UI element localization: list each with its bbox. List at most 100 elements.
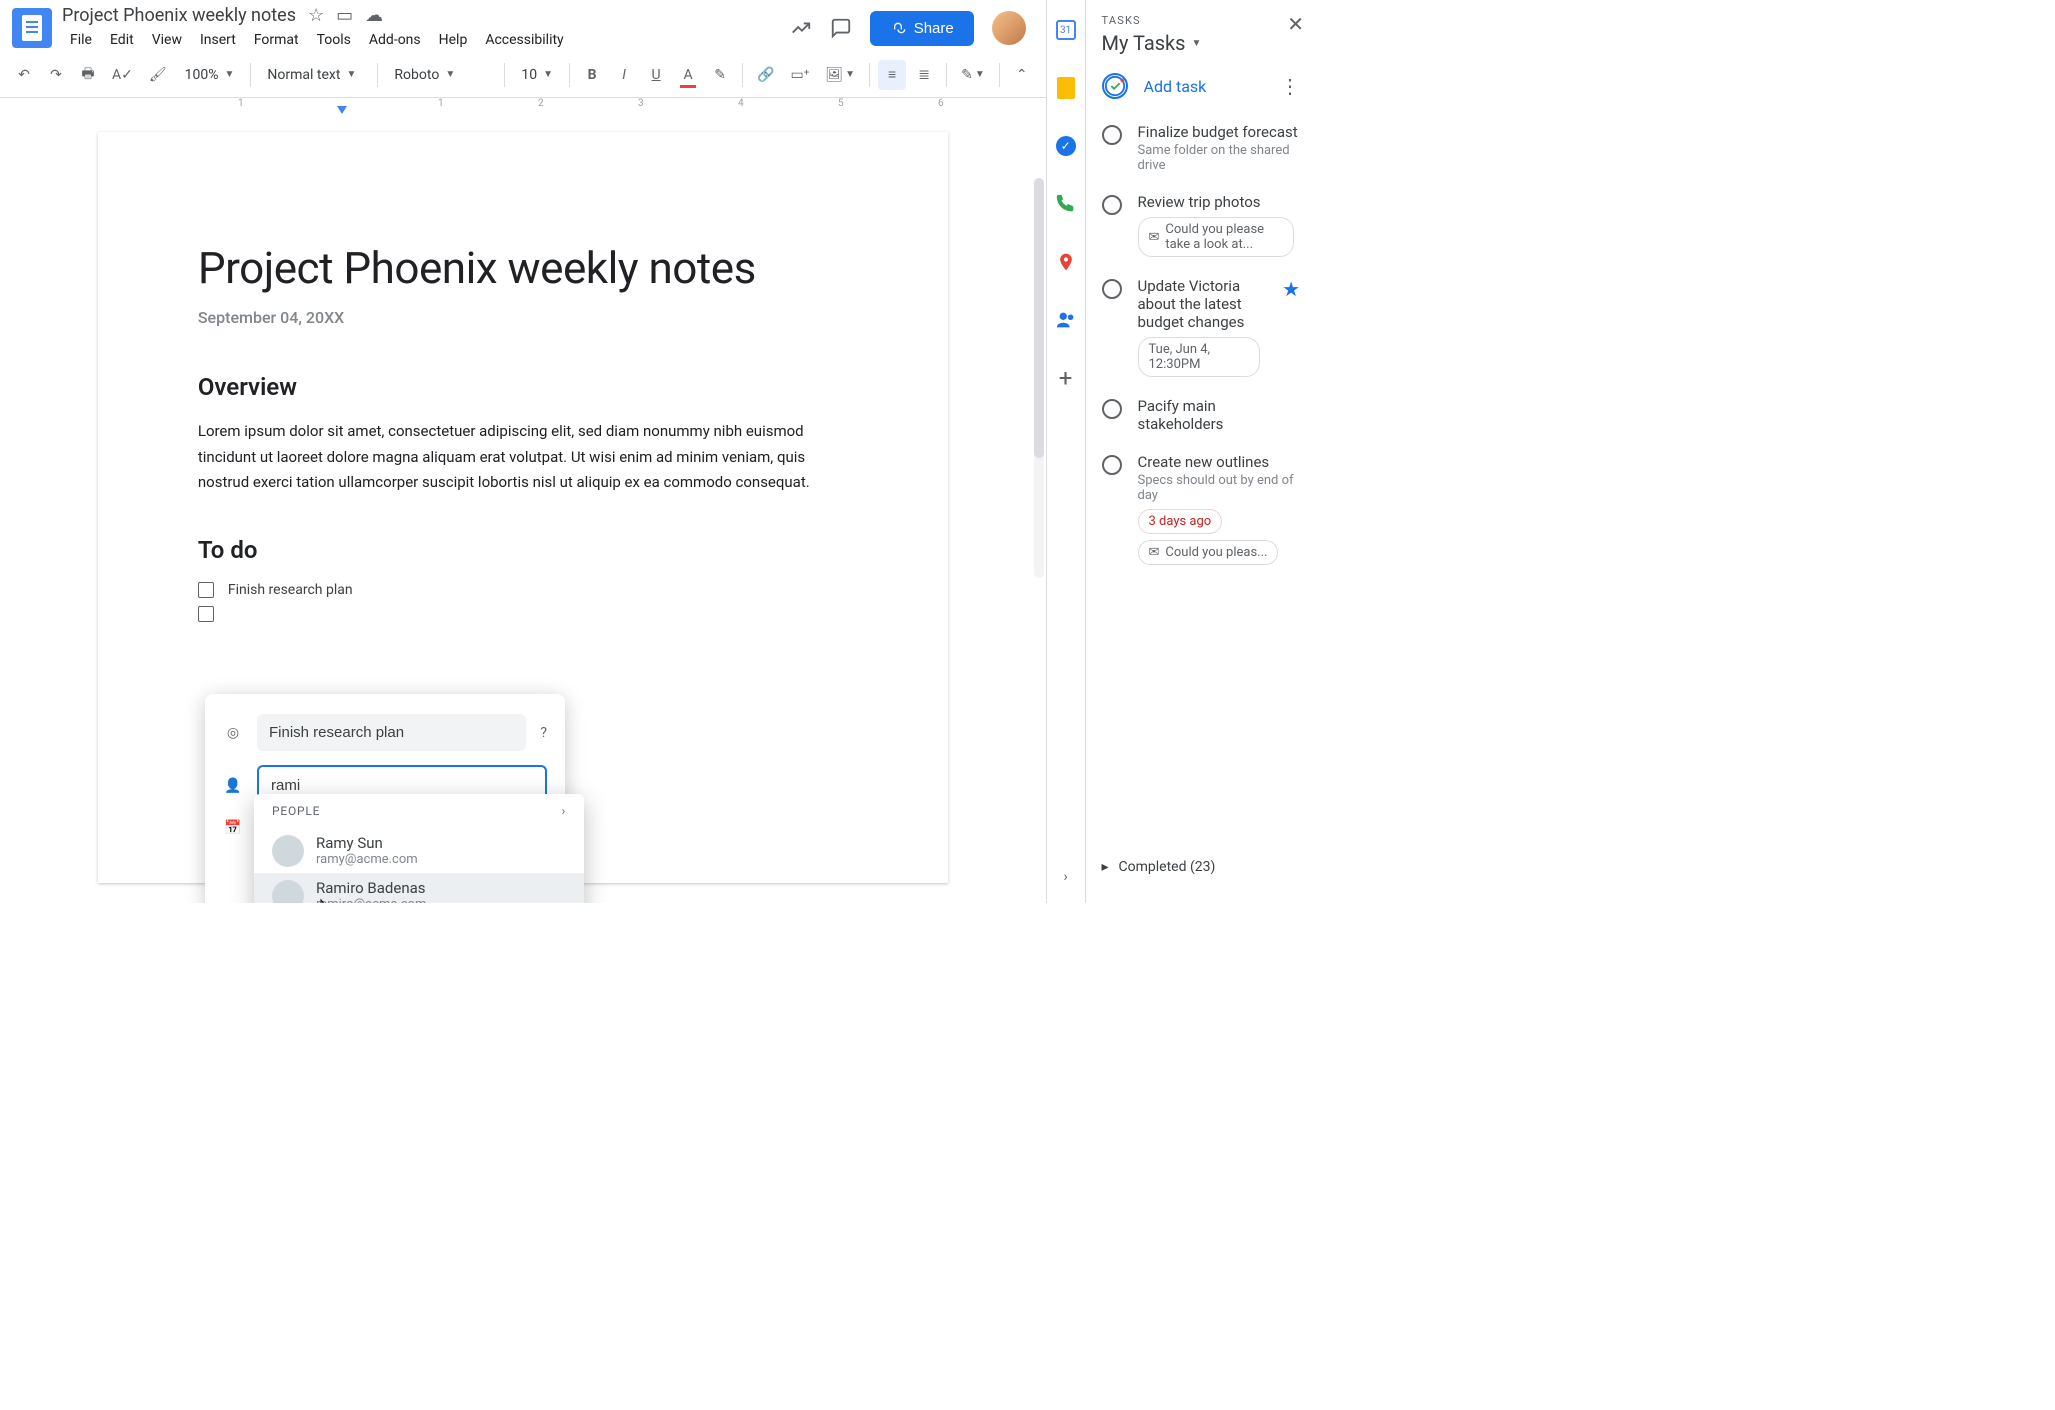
- menu-bar: File Edit View Insert Format Tools Add-o…: [62, 28, 790, 52]
- people-app-icon[interactable]: [1054, 308, 1078, 332]
- task-complete-toggle[interactable]: [1102, 195, 1122, 215]
- editing-mode-button[interactable]: ✎▼: [955, 60, 991, 90]
- docs-logo-icon[interactable]: [12, 8, 52, 48]
- expand-rail-button[interactable]: ›: [1064, 869, 1068, 885]
- highlight-button[interactable]: ✎: [706, 60, 734, 90]
- comments-icon[interactable]: [830, 17, 852, 39]
- add-task-icon: [1102, 73, 1128, 99]
- activity-icon[interactable]: [790, 17, 812, 39]
- menu-edit[interactable]: Edit: [102, 28, 142, 52]
- vertical-scrollbar[interactable]: [1034, 178, 1044, 578]
- todo-item-empty: [198, 606, 848, 622]
- task-item[interactable]: Finalize budget forecast Same folder on …: [1086, 113, 1317, 183]
- bold-button[interactable]: B: [578, 60, 606, 90]
- add-task-label: Add task: [1144, 77, 1207, 96]
- account-avatar[interactable]: [992, 11, 1026, 45]
- align-left-button[interactable]: ≡: [878, 60, 906, 90]
- line-spacing-button[interactable]: ≣: [910, 60, 938, 90]
- menu-tools[interactable]: Tools: [309, 28, 359, 52]
- people-dropdown: PEOPLE › Ramy Sunramy@acme.com Ramiro Ba…: [254, 794, 584, 903]
- cloud-status-icon[interactable]: ☁: [365, 5, 383, 26]
- image-button[interactable]: 🖼▼: [819, 60, 861, 90]
- menu-help[interactable]: Help: [431, 28, 476, 52]
- tasks-app-icon[interactable]: ✓: [1054, 134, 1078, 158]
- maps-app-icon[interactable]: [1054, 250, 1078, 274]
- zoom-dropdown[interactable]: 100%▼: [177, 63, 243, 87]
- print-button[interactable]: 🖶: [74, 60, 102, 90]
- task-check-icon: ◎: [223, 725, 243, 741]
- ruler[interactable]: 1 1 2 3 4 5 6: [0, 98, 1046, 112]
- add-app-icon[interactable]: +: [1054, 366, 1078, 390]
- todo-text: Finish research plan: [228, 582, 353, 598]
- tasks-panel: ✕ TASKS My Tasks▼ Add task ⋮ Finalize bu…: [1085, 0, 1317, 903]
- close-panel-button[interactable]: ✕: [1287, 12, 1304, 36]
- paint-format-button[interactable]: 🖌: [143, 60, 173, 90]
- calendar-app-icon[interactable]: 31: [1054, 18, 1078, 42]
- undo-button[interactable]: ↶: [10, 60, 38, 90]
- task-item[interactable]: Update Victoria about the latest budget …: [1086, 267, 1317, 387]
- share-button[interactable]: Share: [870, 11, 974, 46]
- link-button[interactable]: 🔗: [751, 60, 780, 90]
- title-bar: Project Phoenix weekly notes ☆ ▭ ☁ File …: [0, 0, 1046, 52]
- share-label: Share: [914, 20, 954, 37]
- person-option[interactable]: Ramy Sunramy@acme.com: [254, 828, 584, 873]
- checkbox[interactable]: [198, 582, 214, 598]
- task-options-icon[interactable]: ⋮: [1280, 74, 1300, 98]
- menu-view[interactable]: View: [144, 28, 190, 52]
- checkbox[interactable]: [198, 606, 214, 622]
- move-icon[interactable]: ▭: [336, 5, 353, 26]
- avatar: [272, 835, 304, 867]
- side-rail: 31 ✓ + ›: [1046, 0, 1085, 903]
- menu-accessibility[interactable]: Accessibility: [477, 28, 571, 52]
- star-icon[interactable]: ☆: [308, 5, 324, 26]
- comment-button[interactable]: ▭⁺: [785, 60, 816, 90]
- mail-chip[interactable]: ✉ Could you pleas...: [1138, 540, 1279, 565]
- tasks-list-dropdown[interactable]: My Tasks▼: [1102, 31, 1301, 55]
- task-title-input[interactable]: [257, 714, 526, 751]
- person-icon: 👤: [223, 778, 243, 794]
- add-task-button[interactable]: Add task ⋮: [1086, 55, 1317, 113]
- redo-button[interactable]: ↷: [42, 60, 70, 90]
- todo-heading: To do: [198, 536, 848, 564]
- font-size-dropdown[interactable]: 10▼: [513, 63, 561, 87]
- format-toolbar: ↶ ↷ 🖶 A✓ 🖌 100%▼ Normal text▼ Roboto▼ 10…: [0, 52, 1046, 98]
- task-item[interactable]: Create new outlines Specs should out by …: [1086, 443, 1317, 575]
- tasks-label: TASKS: [1102, 14, 1301, 27]
- ruler-indent-marker[interactable]: [337, 106, 347, 114]
- document-title[interactable]: Project Phoenix weekly notes: [62, 5, 296, 26]
- keep-app-icon[interactable]: [1054, 76, 1078, 100]
- help-icon[interactable]: ?: [540, 725, 547, 741]
- task-item[interactable]: Review trip photos ✉ Could you please ta…: [1086, 183, 1317, 267]
- underline-button[interactable]: U: [642, 60, 670, 90]
- overdue-chip[interactable]: 3 days ago: [1138, 509, 1223, 534]
- task-complete-toggle[interactable]: [1102, 125, 1122, 145]
- contacts-app-icon[interactable]: [1054, 192, 1078, 216]
- todo-item: Finish research plan: [198, 582, 848, 598]
- completed-toggle[interactable]: ▸ Completed (23): [1086, 844, 1317, 889]
- mail-chip[interactable]: ✉ Could you please take a look at...: [1138, 217, 1295, 257]
- task-complete-toggle[interactable]: [1102, 455, 1122, 475]
- spellcheck-button[interactable]: A✓: [106, 60, 139, 90]
- font-dropdown[interactable]: Roboto▼: [386, 63, 496, 87]
- people-header-label: PEOPLE: [272, 804, 320, 818]
- page-date: September 04, 20XX: [198, 308, 848, 327]
- menu-insert[interactable]: Insert: [192, 28, 244, 52]
- page-title: Project Phoenix weekly notes: [198, 242, 848, 294]
- menu-addons[interactable]: Add-ons: [361, 28, 429, 52]
- italic-button[interactable]: I: [610, 60, 638, 90]
- chevron-right-icon[interactable]: ›: [562, 804, 566, 818]
- chevron-right-icon: ▸: [1102, 859, 1109, 875]
- menu-file[interactable]: File: [62, 28, 100, 52]
- task-complete-toggle[interactable]: [1102, 279, 1122, 299]
- collapse-toolbar-button[interactable]: ⌃: [1008, 60, 1036, 90]
- overview-heading: Overview: [198, 373, 848, 401]
- time-chip[interactable]: Tue, Jun 4, 12:30PM: [1138, 337, 1261, 377]
- person-option[interactable]: Ramiro Badenasramiro@acme.com: [254, 873, 584, 903]
- paragraph-style-dropdown[interactable]: Normal text▼: [259, 63, 369, 87]
- task-complete-toggle[interactable]: [1102, 399, 1122, 419]
- text-color-button[interactable]: A: [674, 60, 702, 90]
- star-icon[interactable]: ★: [1282, 277, 1300, 301]
- calendar-icon: 📅: [223, 820, 243, 836]
- task-item[interactable]: Pacify main stakeholders: [1086, 387, 1317, 443]
- menu-format[interactable]: Format: [246, 28, 307, 52]
